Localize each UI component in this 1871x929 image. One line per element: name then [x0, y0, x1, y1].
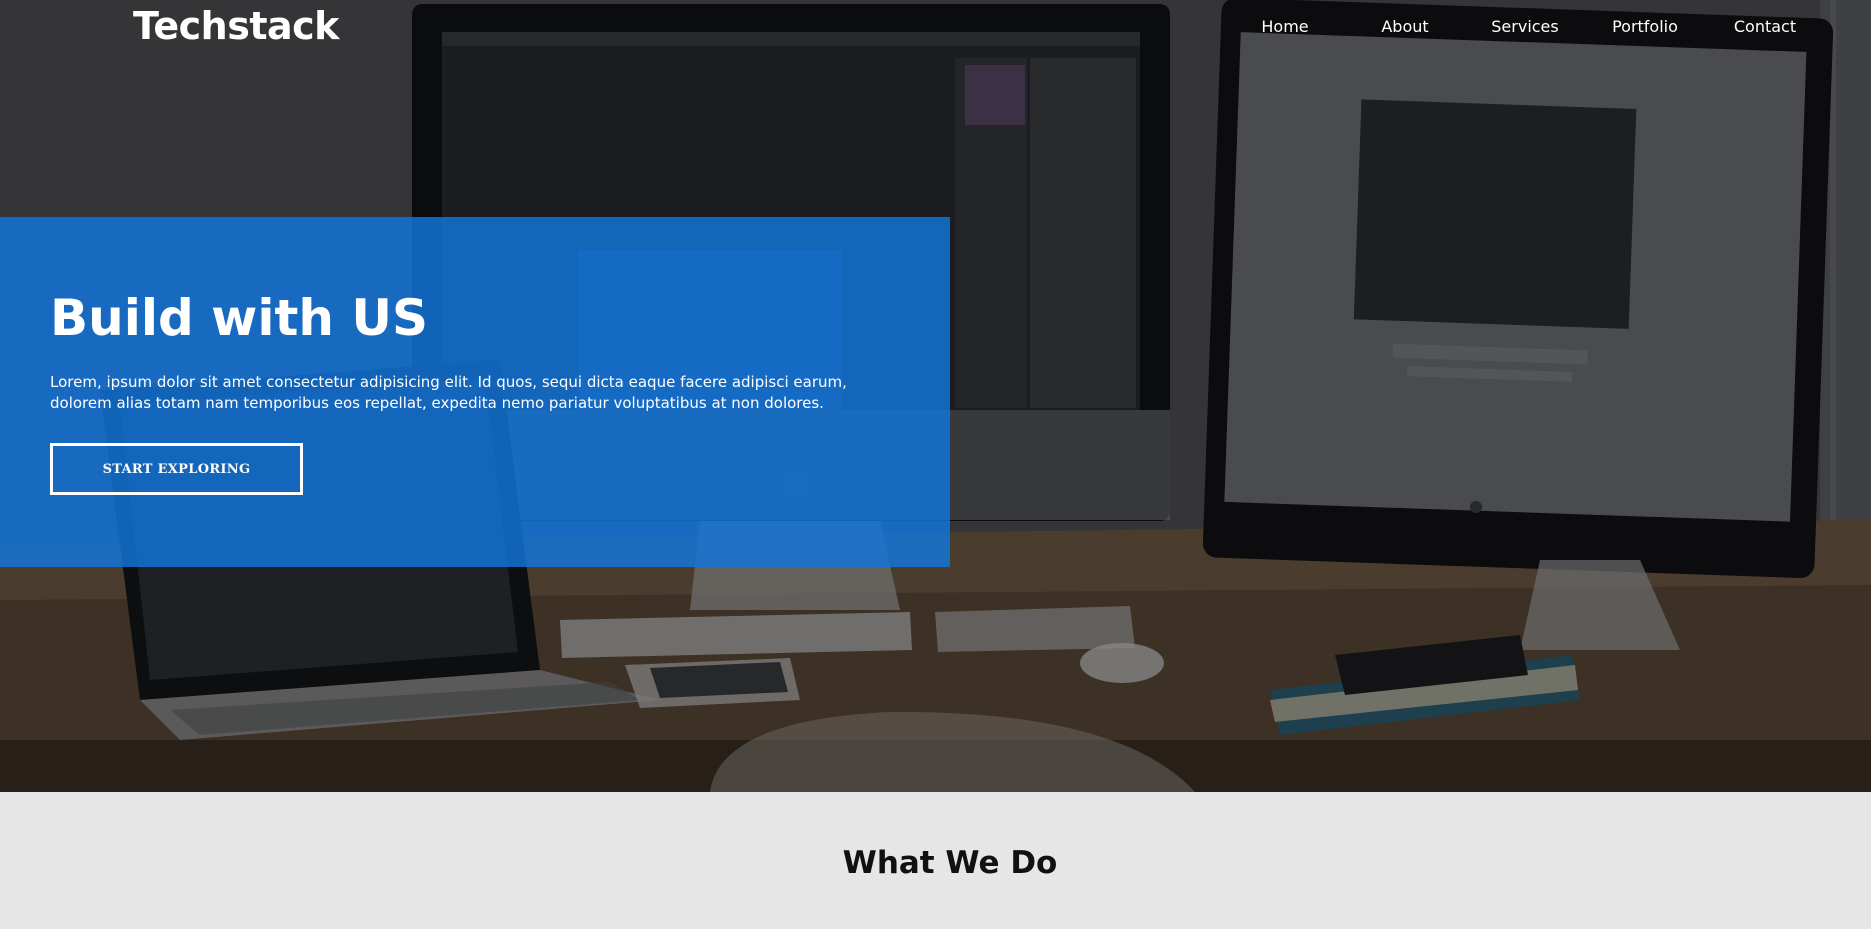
nav-item-about: About	[1345, 0, 1465, 36]
hero-description: Lorem, ipsum dolor sit amet consectetur …	[50, 373, 847, 412]
nav-menu: Home About Services Portfolio Contact	[1225, 0, 1871, 36]
hero-panel: Build with US Lorem, ipsum dolor sit ame…	[0, 217, 950, 567]
section-title: What We Do	[842, 845, 1058, 881]
what-we-do-section: What We Do	[0, 792, 1871, 929]
start-exploring-button[interactable]: START EXPLORING	[50, 443, 303, 495]
nav-link-home[interactable]: Home	[1261, 17, 1308, 36]
nav-item-home: Home	[1225, 0, 1345, 36]
nav-item-contact: Contact	[1705, 0, 1825, 36]
nav-link-services[interactable]: Services	[1491, 17, 1558, 36]
hero-title: Build with US	[50, 289, 429, 347]
nav-link-about[interactable]: About	[1381, 17, 1428, 36]
logo[interactable]: Techstack	[133, 4, 339, 48]
nav-item-portfolio: Portfolio	[1585, 0, 1705, 36]
top-navigation: Techstack Home About Services Portfolio …	[0, 0, 1871, 56]
nav-link-portfolio[interactable]: Portfolio	[1612, 17, 1678, 36]
hero-section: Techstack Home About Services Portfolio …	[0, 0, 1871, 792]
nav-item-services: Services	[1465, 0, 1585, 36]
nav-link-contact[interactable]: Contact	[1734, 17, 1796, 36]
